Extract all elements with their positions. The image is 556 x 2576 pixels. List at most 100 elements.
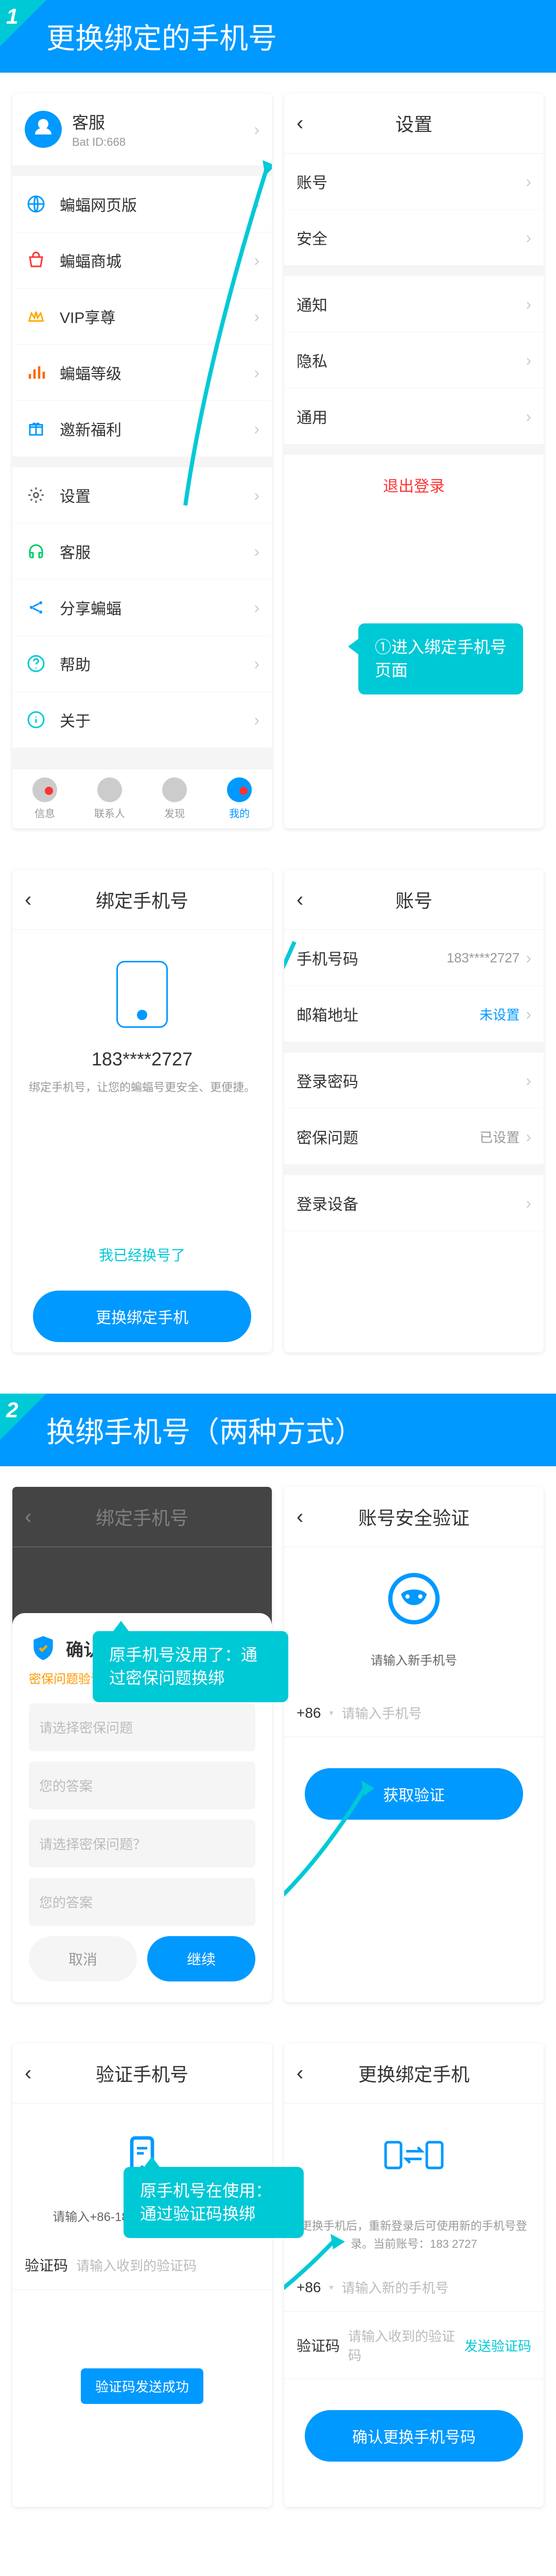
contacts-icon [97, 777, 122, 802]
changed-number-link[interactable]: 我已经换号了 [12, 1229, 272, 1280]
tab-discover[interactable]: 发现 [142, 769, 207, 828]
code-label: 验证码 [25, 2255, 68, 2275]
confirm-change-button[interactable]: 确认更换手机号码 [305, 2410, 523, 2462]
modal-overlay: 确认密保问题 密保问题验证通过后才可继续 请选择密保问题 您的答案 请选择密保问… [12, 1487, 272, 2002]
chevron-right-icon: › [526, 1194, 531, 1213]
cancel-button[interactable]: 取消 [29, 1936, 137, 1981]
tabbar: 信息 联系人 发现 我的 [12, 769, 272, 828]
safeverify-title: 账号安全验证 [358, 1503, 470, 1530]
settings-title: 设置 [395, 110, 432, 137]
tab-me[interactable]: 我的 [207, 769, 272, 828]
code-input[interactable]: 请输入收到的验证码 [76, 2256, 259, 2275]
row-label: 邮箱地址 [297, 1003, 479, 1025]
screen-secq: ‹ 绑定手机号 确认密保问题 密保问题验证通过后才可继续 请选择密保问题 您的答… [12, 1487, 272, 2002]
secq-answer-2[interactable]: 您的答案 [29, 1878, 255, 1926]
chevron-right-icon: › [526, 295, 531, 314]
shield-icon [29, 1634, 58, 1663]
chevron-right-icon: › [254, 598, 259, 617]
settings-security[interactable]: 安全› [284, 210, 544, 266]
change-phone-header: ‹ 更换绑定手机 [284, 2043, 544, 2104]
chevron-right-icon: › [526, 948, 531, 968]
new-phone-input[interactable]: 请输入新的手机号 [342, 2278, 531, 2297]
menu-label: 通用 [297, 405, 526, 428]
secq-answer-1[interactable]: 您的答案 [29, 1761, 255, 1809]
row-4: ‹ 验证手机号 请输入+86-183****2727的验证码 验证码 请输入收到… [0, 2023, 556, 2528]
vip-icon [25, 305, 47, 328]
phone-input[interactable]: 请输入手机号 [342, 1703, 531, 1722]
section-1-header: 1 更换绑定的手机号 [0, 0, 556, 73]
tab-messages[interactable]: 信息 [12, 769, 77, 828]
me-icon [227, 777, 252, 802]
row-label: 手机号码 [297, 946, 447, 969]
back-icon[interactable]: ‹ [297, 1505, 303, 1529]
screen-safeverify: ‹ 账号安全验证 请输入新手机号 +86 ▾ 请输入手机号 获取验证 [284, 1487, 544, 2002]
section-2-header: 2 换绑手机号（两种方式） [0, 1394, 556, 1466]
logout-button[interactable]: 退出登录 [284, 455, 544, 515]
gift-icon [25, 417, 47, 440]
settings-header: ‹ 设置 [284, 93, 544, 154]
back-icon[interactable]: ‹ [25, 2062, 31, 2085]
chevron-right-icon: › [526, 1005, 531, 1024]
phone-input-row[interactable]: +86 ▾ 请输入手机号 [284, 1689, 544, 1737]
row-label: 登录设备 [297, 1192, 526, 1214]
tab-label: 发现 [164, 805, 185, 820]
messages-icon [32, 777, 57, 802]
menu-about[interactable]: 关于› [12, 692, 272, 748]
screen-change-phone: ‹ 更换绑定手机 更换手机后，重新登录后可使用新的手机号登录。当前账号：183 … [284, 2043, 544, 2507]
account-security-q[interactable]: 密保问题已设置› [284, 1109, 544, 1165]
secq-select-1[interactable]: 请选择密保问题 [29, 1703, 255, 1751]
tab-label: 信息 [34, 805, 55, 820]
back-icon[interactable]: ‹ [25, 888, 31, 911]
verify-title: 验证手机号 [96, 2060, 188, 2087]
swap-phone-icon [383, 2124, 445, 2186]
masked-phone: 183****2727 [25, 1048, 259, 1070]
account-email[interactable]: 邮箱地址未设置› [284, 986, 544, 1042]
settings-general[interactable]: 通用› [284, 388, 544, 445]
arrow-3 [284, 1765, 387, 1971]
row-3: ‹ 绑定手机号 确认密保问题 密保问题验证通过后才可继续 请选择密保问题 您的答… [0, 1466, 556, 2023]
badge-dot [45, 787, 53, 795]
settings-account[interactable]: 账号› [284, 154, 544, 210]
chevron-right-icon: › [254, 710, 259, 730]
chevron-right-icon: › [526, 172, 531, 191]
gear-icon [25, 484, 47, 506]
send-code-link[interactable]: 发送验证码 [464, 2336, 531, 2355]
row-label: 登录密码 [297, 1069, 526, 1092]
settings-privacy[interactable]: 隐私› [284, 332, 544, 388]
shop-icon [25, 249, 47, 272]
account-phone[interactable]: 手机号码183****2727› [284, 930, 544, 986]
badge-dot [239, 787, 248, 795]
code-input-row[interactable]: 验证码 请输入收到的验证码 [12, 2240, 272, 2290]
menu-help[interactable]: 帮助› [12, 636, 272, 692]
chevron-right-icon: › [526, 1127, 531, 1146]
tab-label: 我的 [229, 805, 250, 820]
row-1: 客服 Bat ID:668 › 蝙蝠网页版› 蝙蝠商城› VIP享尊› 蝙蝠等级… [0, 73, 556, 849]
back-icon[interactable]: ‹ [297, 2062, 303, 2085]
menu-support[interactable]: 客服› [12, 523, 272, 580]
row-2: ‹ 绑定手机号 183****2727 绑定手机号，让您的蝙蝠号更安全、更便捷。… [0, 849, 556, 1373]
back-icon[interactable]: ‹ [297, 888, 303, 911]
support-icon [25, 540, 47, 563]
menu-label: 隐私 [297, 349, 526, 371]
toast-success: 验证码发送成功 [81, 2368, 203, 2404]
tab-contacts[interactable]: 联系人 [77, 769, 142, 828]
menu-share[interactable]: 分享蝙蝠› [12, 580, 272, 636]
section-2-title: 换绑手机号（两种方式） [46, 1416, 363, 1448]
back-icon[interactable]: ‹ [297, 112, 303, 135]
arrow-4 [284, 2224, 356, 2368]
phone-bound-header: ‹ 绑定手机号 [12, 870, 272, 930]
continue-button[interactable]: 继续 [147, 1936, 255, 1981]
change-phone-title: 更换绑定手机 [358, 2060, 470, 2087]
code-input[interactable]: 请输入收到的验证码 [348, 2326, 456, 2364]
chevron-right-icon: › [526, 1071, 531, 1090]
phone-prefix[interactable]: +86 [297, 1705, 321, 1721]
step-number: 2 [6, 1398, 18, 1422]
change-phone-button[interactable]: 更换绑定手机 [33, 1291, 251, 1342]
verify-header: ‹ 验证手机号 [12, 2043, 272, 2104]
settings-notification[interactable]: 通知› [284, 276, 544, 332]
account-password[interactable]: 登录密码› [284, 1053, 544, 1109]
phone-hint: 绑定手机号，让您的蝙蝠号更安全、更便捷。 [25, 1078, 259, 1095]
account-devices[interactable]: 登录设备› [284, 1175, 544, 1231]
secq-select-2[interactable]: 请选择密保问题？ [29, 1820, 255, 1868]
chevron-right-icon: › [526, 351, 531, 370]
